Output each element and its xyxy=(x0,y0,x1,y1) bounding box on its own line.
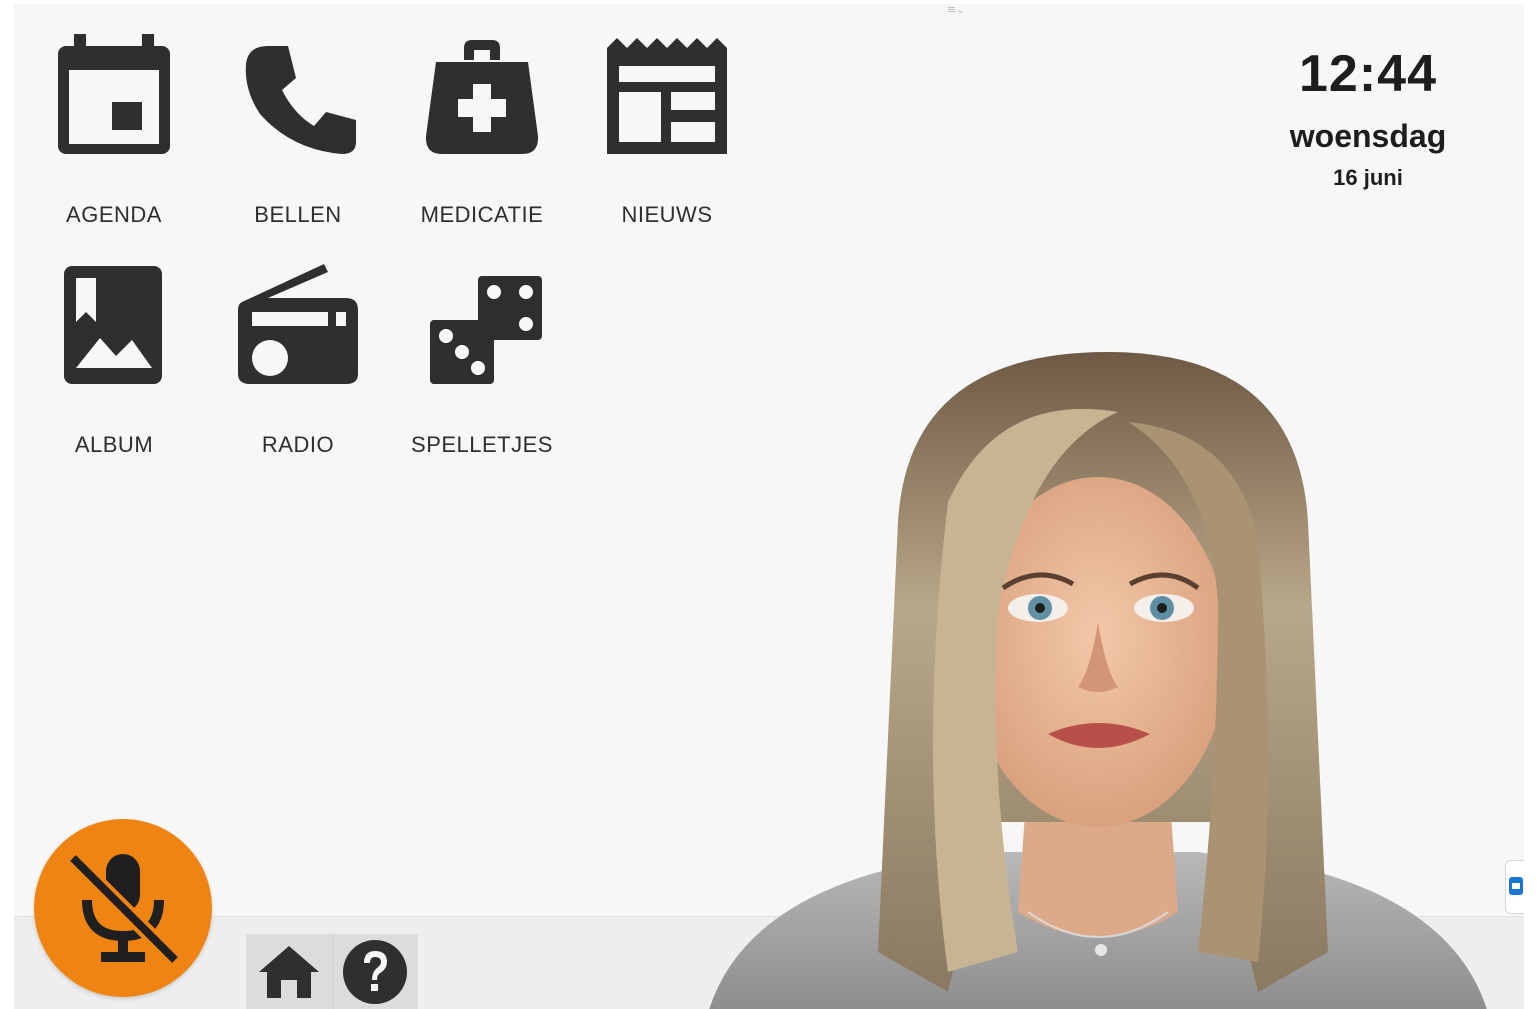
app-label: MEDICATIE xyxy=(420,202,544,227)
app-medicatie[interactable]: MEDICATIE xyxy=(402,34,562,249)
remote-support-icon xyxy=(1509,877,1523,895)
clock-widget: 12:44 woensdag 16 juni xyxy=(1238,44,1498,192)
app-album[interactable]: ALBUM xyxy=(34,264,194,479)
assistant-avatar xyxy=(698,352,1498,1009)
home-icon xyxy=(258,945,319,998)
radio-icon xyxy=(238,264,358,384)
calendar-icon xyxy=(54,34,174,154)
app-bellen[interactable]: BELLEN xyxy=(218,34,378,249)
app-spelletjes[interactable]: SPELLETJES xyxy=(402,264,562,479)
app-label: RADIO xyxy=(261,432,335,457)
home-button[interactable] xyxy=(246,934,332,1009)
drag-handle-icon[interactable]: ≡⌄ xyxy=(936,4,976,16)
app-label: AGENDA xyxy=(66,202,162,227)
clock-date: 16 juni xyxy=(1333,165,1403,190)
help-icon xyxy=(343,939,408,1004)
app-label: ALBUM xyxy=(74,432,154,457)
medical-kit-icon xyxy=(422,34,542,154)
side-panel-tab[interactable] xyxy=(1505,860,1524,914)
mute-microphone-button[interactable] xyxy=(34,819,212,997)
help-button[interactable] xyxy=(331,934,419,1009)
nav-button-group xyxy=(246,934,418,1009)
app-agenda[interactable]: AGENDA xyxy=(34,34,194,249)
microphone-off-icon xyxy=(69,854,181,966)
phone-icon xyxy=(238,34,358,154)
photo-album-icon xyxy=(54,264,174,384)
home-screen: ≡⌄ AGENDA BELLEN MEDICATIE NIEUWS ALBUM … xyxy=(14,4,1524,1009)
clock-day: woensdag xyxy=(1289,118,1447,154)
newspaper-icon xyxy=(607,34,727,154)
app-nieuws[interactable]: NIEUWS xyxy=(587,34,747,249)
app-label: BELLEN xyxy=(254,202,342,227)
clock-time: 12:44 xyxy=(1299,45,1437,103)
app-label: NIEUWS xyxy=(621,202,713,227)
app-label: SPELLETJES xyxy=(411,432,553,457)
app-radio[interactable]: RADIO xyxy=(218,264,378,479)
dice-icon xyxy=(422,264,542,384)
